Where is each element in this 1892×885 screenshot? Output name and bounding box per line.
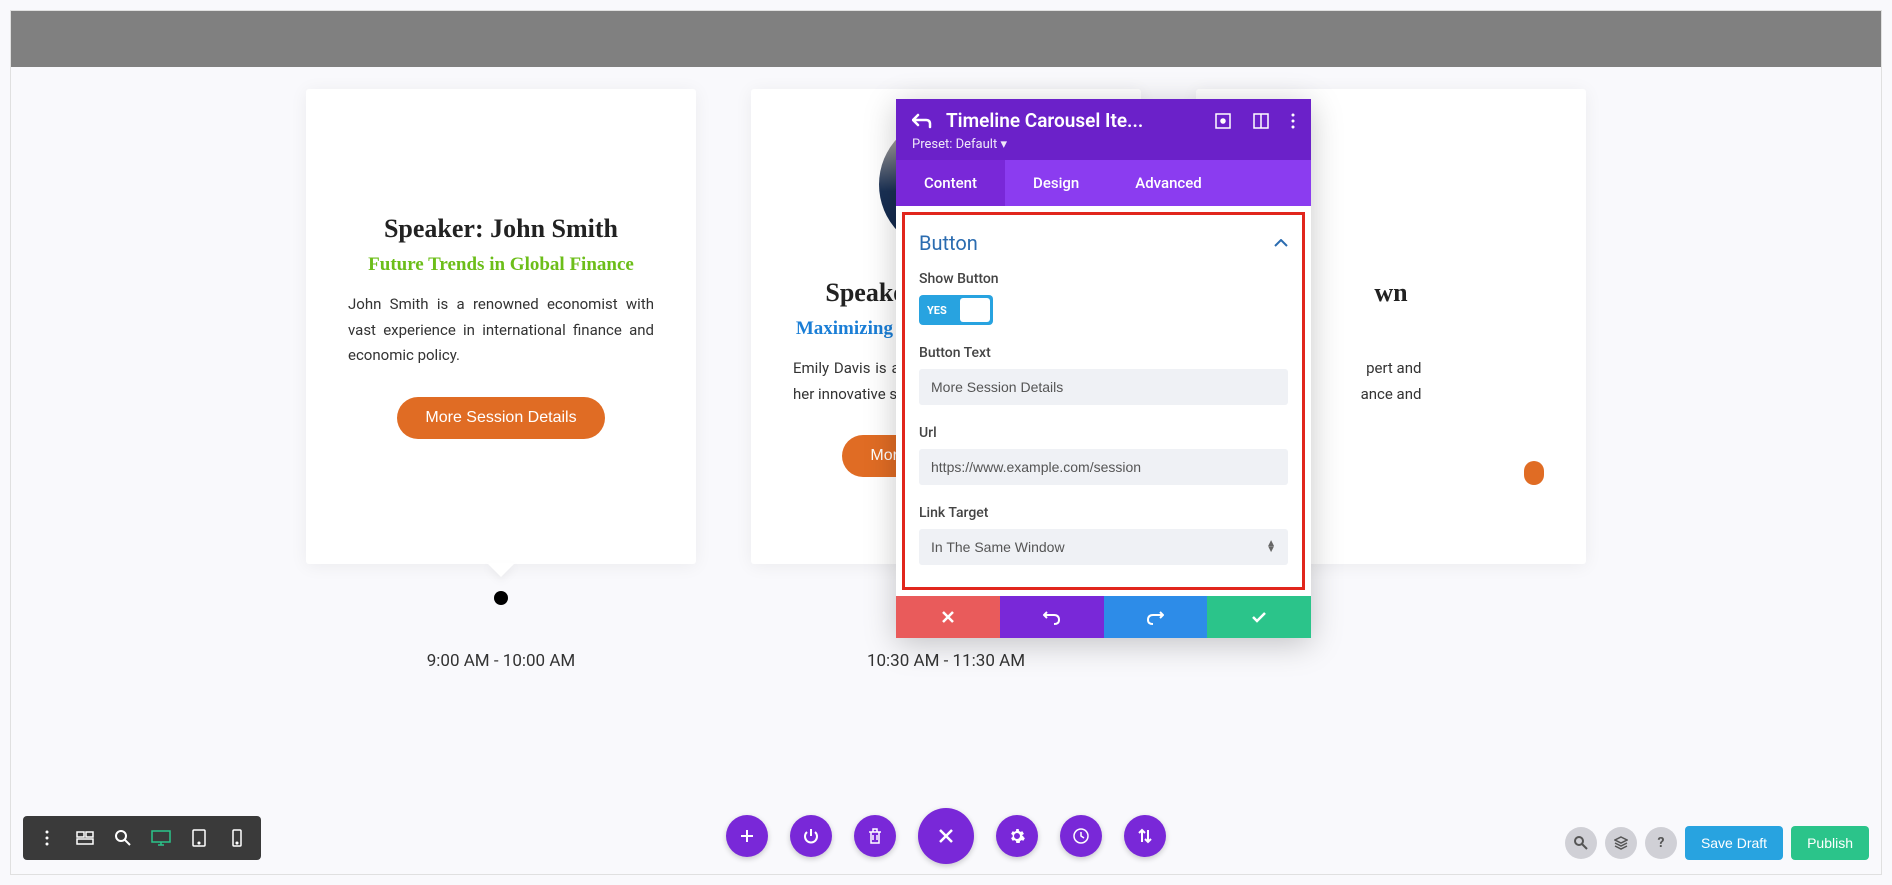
timeline-time: 10:30 AM - 11:30 AM [867,651,1025,671]
panel-header[interactable]: Timeline Carousel Ite... Preset: Default… [896,99,1311,160]
more-icon[interactable] [1291,113,1295,129]
link-target-select[interactable] [919,529,1288,565]
history-button[interactable] [1060,815,1102,857]
power-button[interactable] [790,815,832,857]
preset-label[interactable]: Preset: Default ▾ [912,137,1295,152]
expand-icon[interactable] [1215,113,1231,129]
publish-toolbar: ? Save Draft Publish [1565,826,1869,860]
button-text-label: Button Text [919,345,1288,361]
dots-icon[interactable] [29,822,65,854]
panel-confirm-button[interactable] [1207,596,1311,638]
show-button-label: Show Button [919,271,1288,287]
session-details-button[interactable] [1524,461,1544,485]
back-icon[interactable] [912,113,932,129]
help-icon[interactable]: ? [1645,827,1677,859]
card-1[interactable]: Speaker: John Smith Future Trends in Glo… [306,89,696,564]
card-pointer [487,563,515,577]
card-title: wn [1374,278,1407,308]
layout-icon[interactable] [1253,113,1269,129]
timeline-dot [494,591,508,605]
url-label: Url [919,425,1288,441]
center-toolbar [726,808,1166,864]
toggle-yes-text: YES [927,304,947,317]
panel-redo-button[interactable] [1104,596,1208,638]
zoom-icon[interactable] [105,822,141,854]
save-draft-button[interactable]: Save Draft [1685,826,1783,860]
panel-tabs: Content Design Advanced [896,160,1311,206]
tablet-view-icon[interactable] [181,822,217,854]
mobile-view-icon[interactable] [219,822,255,854]
tab-design[interactable]: Design [1005,160,1107,206]
settings-panel: Timeline Carousel Ite... Preset: Default… [896,99,1311,638]
responsive-toolbar [23,816,261,860]
chevron-up-icon[interactable] [1274,239,1288,247]
session-details-button[interactable]: More Session Details [397,397,604,439]
card-title: Speaker: John Smith [384,214,618,244]
search-icon[interactable] [1565,827,1597,859]
timeline-item-1: Speaker: John Smith Future Trends in Glo… [306,89,696,671]
button-text-input[interactable] [919,369,1288,405]
show-button-toggle[interactable]: YES [919,295,993,325]
toggle-knob [960,298,990,322]
panel-close-button[interactable] [896,596,1000,638]
close-button[interactable] [918,808,974,864]
panel-footer [896,596,1311,638]
card-subtitle: Future Trends in Global Finance [368,254,634,276]
card-description: John Smith is a renowned economist with … [348,292,654,369]
publish-button[interactable]: Publish [1791,826,1869,860]
tab-advanced[interactable]: Advanced [1107,160,1229,206]
tab-content[interactable]: Content [896,160,1005,206]
layers-icon[interactable] [1605,827,1637,859]
card-description: pert and ance and [1361,356,1422,433]
wireframe-icon[interactable] [67,822,103,854]
select-arrows-icon: ▲▼ [1266,541,1276,553]
panel-undo-button[interactable] [1000,596,1104,638]
settings-button[interactable] [996,815,1038,857]
timeline-time: 9:00 AM - 10:00 AM [427,651,576,671]
panel-body: Button Show Button YES Button Text Url L… [902,212,1305,590]
section-title[interactable]: Button [919,231,978,255]
desktop-view-icon[interactable] [143,822,179,854]
top-gray-bar [11,11,1881,67]
url-input[interactable] [919,449,1288,485]
link-target-label: Link Target [919,505,1288,521]
add-button[interactable] [726,815,768,857]
sort-button[interactable] [1124,815,1166,857]
trash-button[interactable] [854,815,896,857]
panel-title: Timeline Carousel Ite... [946,109,1201,132]
